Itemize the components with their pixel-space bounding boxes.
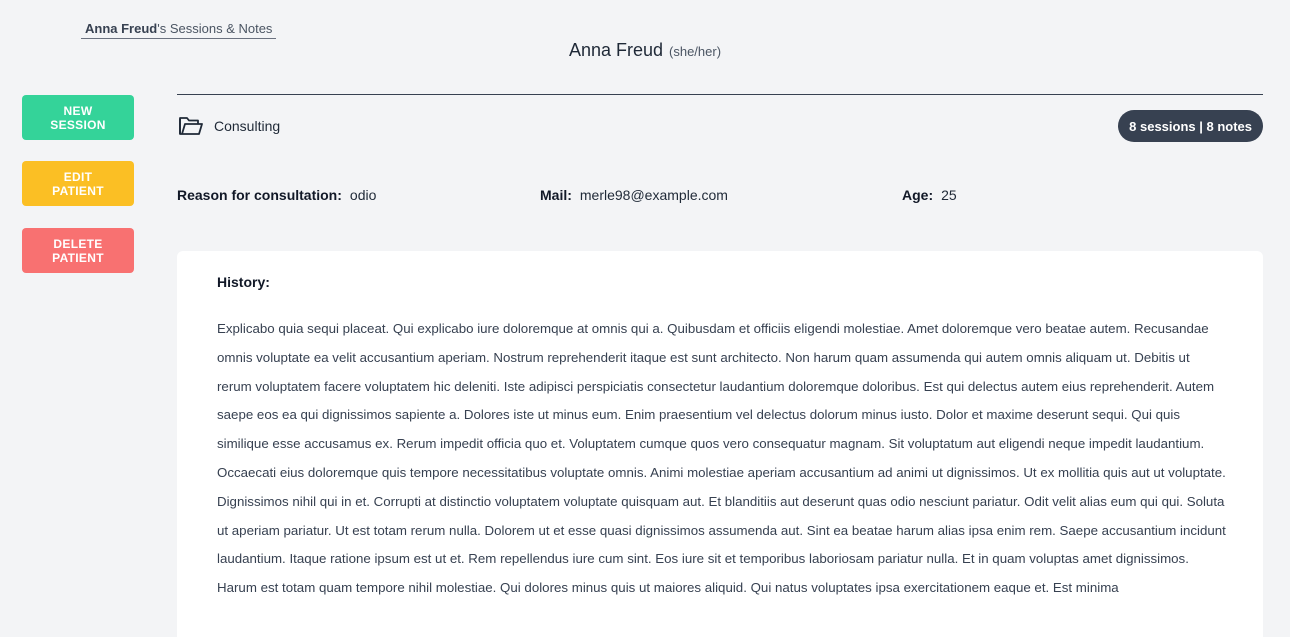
- delete-patient-button[interactable]: DELETE PATIENT: [22, 228, 134, 273]
- mail-value: merle98@example.com: [579, 187, 728, 203]
- breadcrumb-link[interactable]: Anna Freud's Sessions & Notes: [81, 21, 277, 39]
- folder-row[interactable]: Consulting: [178, 114, 280, 138]
- history-text: Explicabo quia sequi placeat. Qui explic…: [217, 321, 1226, 596]
- reason-field: Reason for consultation: odio: [177, 186, 376, 204]
- edit-patient-button[interactable]: EDIT PATIENT: [22, 161, 134, 206]
- mail-field: Mail: merle98@example.com: [540, 186, 728, 204]
- patient-pronouns: (she/her): [669, 44, 722, 59]
- new-session-button[interactable]: NEW SESSION: [22, 95, 134, 140]
- history-title: History:: [217, 274, 270, 290]
- edit-patient-label-line-1: EDIT: [63, 169, 93, 184]
- age-label: Age:: [902, 187, 934, 203]
- age-value: 25: [941, 187, 957, 203]
- age-field: Age: 25: [902, 186, 957, 204]
- header-divider: [177, 94, 1263, 95]
- patient-name: Anna Freud: [568, 40, 664, 60]
- new-session-label-line-1: NEW: [63, 103, 93, 118]
- count-badge-label: 8 sessions | 8 notes: [1129, 118, 1252, 134]
- delete-patient-label-line-1: DELETE: [53, 236, 103, 251]
- patient-page: Anna Freud's Sessions & Notes Anna Freud…: [0, 0, 1290, 637]
- reason-label: Reason for consultation:: [177, 187, 342, 203]
- session-note-count-badge: 8 sessions | 8 notes: [1118, 110, 1263, 142]
- folder-open-icon: [178, 115, 204, 137]
- reason-value: odio: [349, 187, 377, 203]
- folder-label: Consulting: [214, 118, 281, 134]
- patient-header: Anna Freud (she/her): [0, 38, 1290, 64]
- mail-label: Mail:: [540, 187, 572, 203]
- new-session-label-line-2: SESSION: [50, 117, 106, 132]
- delete-patient-label-line-2: PATIENT: [52, 250, 104, 265]
- edit-patient-label-line-2: PATIENT: [52, 183, 104, 198]
- breadcrumb-owner: Anna Freud: [85, 21, 158, 36]
- breadcrumb-suffix: 's Sessions & Notes: [157, 21, 273, 36]
- history-card: History: Explicabo quia sequi placeat. Q…: [177, 251, 1263, 637]
